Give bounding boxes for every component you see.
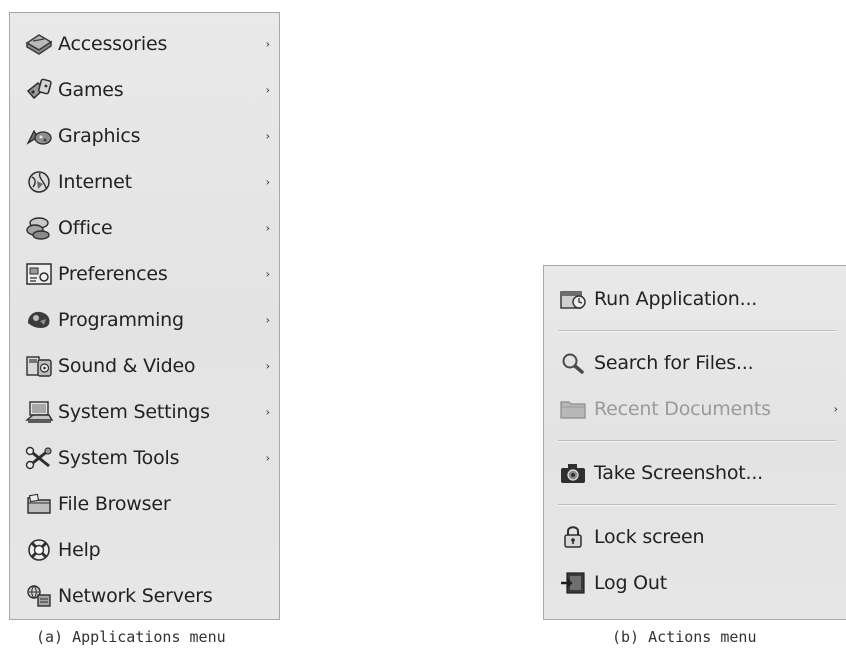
menu-item-sound-video[interactable]: Sound & Video › bbox=[10, 343, 279, 389]
menu-item-log-out[interactable]: Log Out bbox=[544, 560, 846, 606]
menu-item-label: Take Screenshot... bbox=[594, 462, 764, 484]
menu-separator bbox=[558, 504, 836, 506]
file-browser-icon bbox=[22, 489, 56, 519]
menu-item-run-application[interactable]: Run Application... bbox=[544, 276, 846, 322]
lock-icon bbox=[558, 522, 588, 552]
system-tools-icon bbox=[22, 443, 56, 473]
help-icon bbox=[22, 535, 56, 565]
menu-item-take-screenshot[interactable]: Take Screenshot... bbox=[544, 450, 846, 496]
submenu-arrow-icon: › bbox=[265, 451, 270, 465]
menu-item-games[interactable]: Games › bbox=[10, 67, 279, 113]
submenu-arrow-icon: › bbox=[265, 267, 270, 281]
caption-actions-menu: (b) Actions menu bbox=[612, 628, 757, 646]
menu-item-label: Office bbox=[58, 217, 113, 239]
submenu-arrow-icon: › bbox=[265, 37, 270, 51]
menu-item-programming[interactable]: Programming › bbox=[10, 297, 279, 343]
menu-item-lock-screen[interactable]: Lock screen bbox=[544, 514, 846, 560]
search-icon bbox=[558, 348, 588, 378]
menu-item-label: Network Servers bbox=[58, 585, 213, 607]
menu-item-file-browser[interactable]: File Browser bbox=[10, 481, 279, 527]
menu-item-help[interactable]: Help bbox=[10, 527, 279, 573]
caption-applications-menu: (a) Applications menu bbox=[36, 628, 226, 646]
menu-separator bbox=[558, 330, 836, 332]
menu-item-label: Log Out bbox=[594, 572, 668, 594]
network-servers-icon bbox=[22, 581, 56, 611]
submenu-arrow-icon: › bbox=[265, 221, 270, 235]
log-out-icon bbox=[558, 568, 588, 598]
menu-item-network-servers[interactable]: Network Servers bbox=[10, 573, 279, 619]
menu-item-label: Help bbox=[58, 539, 101, 561]
submenu-arrow-icon: › bbox=[265, 175, 270, 189]
sound-video-icon bbox=[22, 351, 56, 381]
menu-item-label: System Settings bbox=[58, 401, 210, 423]
menu-item-label: Games bbox=[58, 79, 124, 101]
menu-item-recent-documents[interactable]: Recent Documents › bbox=[544, 386, 846, 432]
menu-item-label: Programming bbox=[58, 309, 184, 331]
menu-item-office[interactable]: Office › bbox=[10, 205, 279, 251]
submenu-arrow-icon: › bbox=[833, 402, 838, 416]
run-application-icon bbox=[558, 284, 588, 314]
menu-item-preferences[interactable]: Preferences › bbox=[10, 251, 279, 297]
programming-icon bbox=[22, 305, 56, 335]
submenu-arrow-icon: › bbox=[265, 405, 270, 419]
submenu-arrow-icon: › bbox=[265, 129, 270, 143]
menu-item-label: Sound & Video bbox=[58, 355, 196, 377]
menu-item-internet[interactable]: Internet › bbox=[10, 159, 279, 205]
accessories-icon bbox=[22, 29, 56, 59]
office-icon bbox=[22, 213, 56, 243]
menu-item-label: File Browser bbox=[58, 493, 171, 515]
menu-item-label: Recent Documents bbox=[594, 398, 771, 420]
menu-item-label: Run Application... bbox=[594, 288, 758, 310]
system-settings-icon bbox=[22, 397, 56, 427]
menu-item-label: Preferences bbox=[58, 263, 168, 285]
folder-icon bbox=[558, 394, 588, 424]
menu-item-search-for-files[interactable]: Search for Files... bbox=[544, 340, 846, 386]
menu-item-system-tools[interactable]: System Tools › bbox=[10, 435, 279, 481]
menu-item-label: Accessories bbox=[58, 33, 168, 55]
menu-item-label: Graphics bbox=[58, 125, 141, 147]
menu-item-accessories[interactable]: Accessories › bbox=[10, 21, 279, 67]
menu-item-label: System Tools bbox=[58, 447, 180, 469]
camera-icon bbox=[558, 458, 588, 488]
submenu-arrow-icon: › bbox=[265, 313, 270, 327]
applications-menu: Accessories › Games › Graphics › Interne… bbox=[9, 12, 280, 620]
graphics-icon bbox=[22, 121, 56, 151]
submenu-arrow-icon: › bbox=[265, 359, 270, 373]
preferences-icon bbox=[22, 259, 56, 289]
menu-item-label: Lock screen bbox=[594, 526, 705, 548]
actions-menu: Run Application... Search for Files... R… bbox=[543, 265, 846, 620]
menu-item-graphics[interactable]: Graphics › bbox=[10, 113, 279, 159]
submenu-arrow-icon: › bbox=[265, 83, 270, 97]
internet-icon bbox=[22, 167, 56, 197]
menu-item-system-settings[interactable]: System Settings › bbox=[10, 389, 279, 435]
menu-item-label: Search for Files... bbox=[594, 352, 754, 374]
games-icon bbox=[22, 75, 56, 105]
menu-item-label: Internet bbox=[58, 171, 132, 193]
menu-separator bbox=[558, 440, 836, 442]
